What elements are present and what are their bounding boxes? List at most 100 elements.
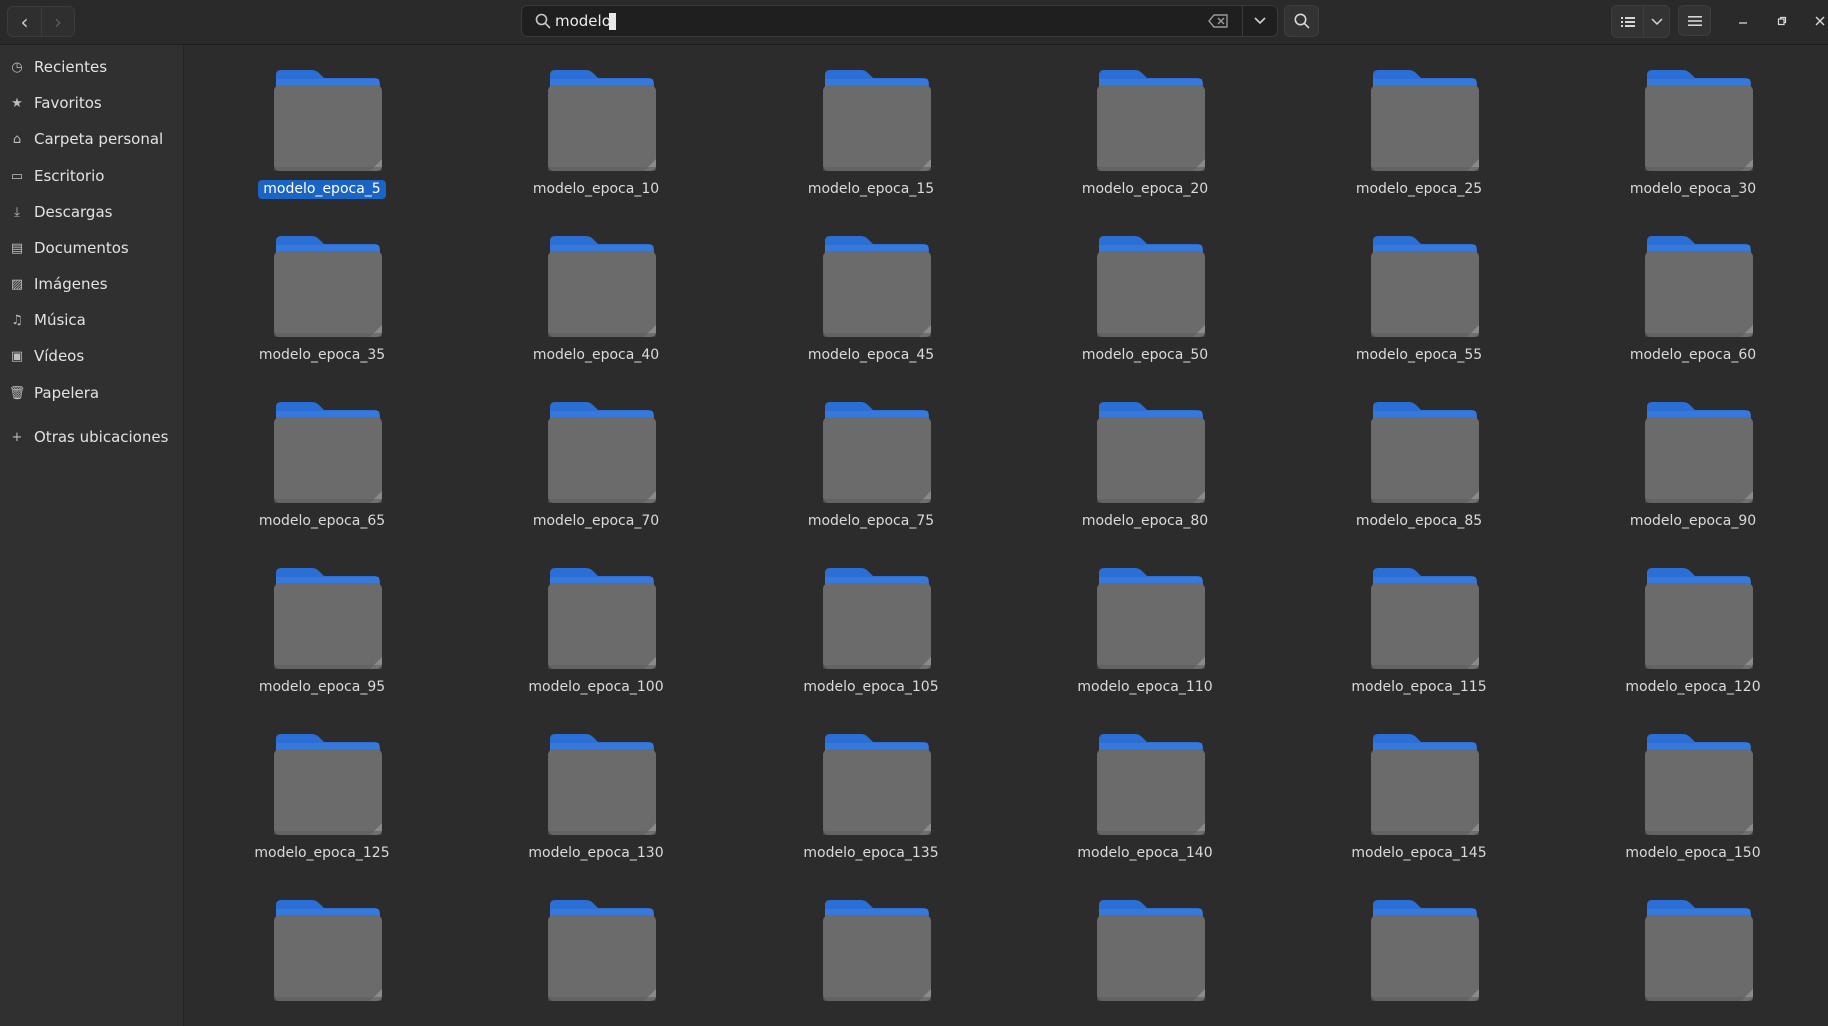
folder-item[interactable]: modelo_epoca_25 xyxy=(1304,45,1534,202)
chevron-down-icon xyxy=(1254,17,1266,25)
folder-item[interactable] xyxy=(1304,872,1534,1026)
document-icon: ▤ xyxy=(10,240,24,256)
search-input[interactable] xyxy=(555,9,1195,33)
folder-name-text: modelo_epoca_40 xyxy=(532,347,660,363)
folder-name: modelo_epoca_70 xyxy=(481,513,711,529)
trash-icon: 🗑 xyxy=(8,385,26,401)
folder-name: modelo_epoca_10 xyxy=(481,181,711,197)
sidebar-item-carpeta-personal[interactable]: ⌂ Carpeta personal xyxy=(0,121,183,157)
sidebar-item-recientes[interactable]: ◷ Recientes xyxy=(0,49,183,85)
folder-name-text: modelo_epoca_45 xyxy=(807,347,935,363)
folder-name-text: modelo_epoca_30 xyxy=(1629,181,1757,197)
home-icon: ⌂ xyxy=(12,131,22,147)
folder-item[interactable]: modelo_epoca_80 xyxy=(1030,374,1260,534)
folder-name: modelo_epoca_90 xyxy=(1578,513,1808,529)
folder-icon xyxy=(1097,402,1205,503)
back-button[interactable]: ‹ xyxy=(8,7,41,36)
sidebar-item-descargas[interactable]: ⤓ Descargas xyxy=(0,194,183,230)
folder-icon xyxy=(823,236,931,337)
search-options-button[interactable] xyxy=(1246,11,1274,31)
folder-item[interactable]: modelo_epoca_70 xyxy=(481,374,711,534)
folder-name: modelo_epoca_85 xyxy=(1304,513,1534,529)
folder-name: modelo_epoca_60 xyxy=(1578,347,1808,363)
sidebar-item-música[interactable]: ♫ Música xyxy=(0,302,183,338)
main-menu-button[interactable] xyxy=(1678,5,1711,36)
folder-item[interactable] xyxy=(756,872,986,1026)
folder-name-text: modelo_epoca_85 xyxy=(1355,513,1483,529)
folder-item[interactable]: modelo_epoca_20 xyxy=(1030,45,1260,202)
folder-item[interactable]: modelo_epoca_50 xyxy=(1030,208,1260,368)
folder-item[interactable]: modelo_epoca_100 xyxy=(481,540,711,700)
folder-item[interactable]: modelo_epoca_105 xyxy=(756,540,986,700)
minimize-button[interactable] xyxy=(1731,10,1755,32)
sidebar-item-vídeos[interactable]: ▣ Vídeos xyxy=(0,338,183,374)
folder-item[interactable]: modelo_epoca_110 xyxy=(1030,540,1260,700)
folder-name-text: modelo_epoca_135 xyxy=(803,845,939,861)
folder-name-text: modelo_epoca_120 xyxy=(1625,679,1761,695)
sidebar-item-imágenes[interactable]: ▨ Imágenes xyxy=(0,266,183,302)
view-options-button[interactable] xyxy=(1643,6,1669,37)
close-button[interactable] xyxy=(1808,10,1828,32)
folder-item[interactable]: modelo_epoca_15 xyxy=(756,45,986,202)
folder-icon xyxy=(1645,70,1753,171)
folder-item[interactable]: modelo_epoca_115 xyxy=(1304,540,1534,700)
folder-item[interactable]: modelo_epoca_125 xyxy=(207,706,437,866)
folder-item[interactable]: modelo_epoca_60 xyxy=(1578,208,1808,368)
folder-item[interactable]: modelo_epoca_30 xyxy=(1578,45,1808,202)
folder-icon xyxy=(1097,900,1205,1001)
folder-item[interactable]: modelo_epoca_35 xyxy=(207,208,437,368)
folder-name-text: modelo_epoca_95 xyxy=(258,679,386,695)
folder-item[interactable]: modelo_epoca_10 xyxy=(481,45,711,202)
folder-name: modelo_epoca_20 xyxy=(1030,181,1260,197)
folder-icon xyxy=(1371,568,1479,669)
sidebar-item-escritorio[interactable]: ▭ Escritorio xyxy=(0,158,183,194)
folder-name: modelo_epoca_50 xyxy=(1030,347,1260,363)
folder-grid: modelo_epoca_5 modelo_epoca_10 modelo_epoc… xyxy=(184,45,1828,1026)
folder-item[interactable]: modelo_epoca_135 xyxy=(756,706,986,866)
folder-name-text: modelo_epoca_35 xyxy=(258,347,386,363)
folder-item[interactable]: modelo_epoca_120 xyxy=(1578,540,1808,700)
folder-item[interactable]: modelo_epoca_65 xyxy=(207,374,437,534)
sidebar-item-label: Otras ubicaciones xyxy=(34,428,169,446)
folder-name-text: modelo_epoca_140 xyxy=(1077,845,1213,861)
sidebar-item-documentos[interactable]: ▤ Documentos xyxy=(0,230,183,266)
folder-name: modelo_epoca_150 xyxy=(1578,845,1808,861)
folder-item[interactable]: modelo_epoca_45 xyxy=(756,208,986,368)
folder-item[interactable]: modelo_epoca_145 xyxy=(1304,706,1534,866)
folder-name-text: modelo_epoca_5 xyxy=(258,180,386,199)
folder-item[interactable]: modelo_epoca_90 xyxy=(1578,374,1808,534)
folder-icon xyxy=(1645,236,1753,337)
search-toggle-button[interactable] xyxy=(1284,5,1319,37)
folder-item[interactable]: modelo_epoca_75 xyxy=(756,374,986,534)
folder-item[interactable]: modelo_epoca_130 xyxy=(481,706,711,866)
clear-search-icon[interactable] xyxy=(1208,13,1230,29)
forward-button[interactable]: › xyxy=(41,7,74,36)
folder-item[interactable]: modelo_epoca_95 xyxy=(207,540,437,700)
sidebar-item-papelera[interactable]: 🗑 Papelera xyxy=(0,375,183,411)
list-view-button[interactable] xyxy=(1612,6,1643,37)
folder-icon xyxy=(823,402,931,503)
folder-name: modelo_epoca_100 xyxy=(481,679,711,695)
folder-item[interactable]: modelo_epoca_5 xyxy=(207,45,437,202)
folder-item[interactable]: modelo_epoca_140 xyxy=(1030,706,1260,866)
sidebar-item-otras-ubicaciones[interactable]: + Otras ubicaciones xyxy=(0,419,183,455)
folder-icon xyxy=(1371,900,1479,1001)
search-bar xyxy=(521,5,1278,37)
folder-item[interactable] xyxy=(1578,872,1808,1026)
folder-item[interactable] xyxy=(207,872,437,1026)
folder-item[interactable]: modelo_epoca_40 xyxy=(481,208,711,368)
folder-item[interactable] xyxy=(481,872,711,1026)
folder-icon xyxy=(823,70,931,171)
folder-icon xyxy=(823,900,931,1001)
folder-icon xyxy=(548,734,656,835)
folder-item[interactable]: modelo_epoca_55 xyxy=(1304,208,1534,368)
folder-name xyxy=(1030,1011,1260,1026)
sidebar-item-favoritos[interactable]: ★ Favoritos xyxy=(0,85,183,121)
folder-item[interactable]: modelo_epoca_150 xyxy=(1578,706,1808,866)
folder-item[interactable]: modelo_epoca_85 xyxy=(1304,374,1534,534)
folder-item[interactable] xyxy=(1030,872,1260,1026)
folder-icon xyxy=(1371,236,1479,337)
folder-name: modelo_epoca_65 xyxy=(207,513,437,529)
maximize-button[interactable] xyxy=(1770,10,1794,32)
folder-name-text: modelo_epoca_145 xyxy=(1351,845,1487,861)
